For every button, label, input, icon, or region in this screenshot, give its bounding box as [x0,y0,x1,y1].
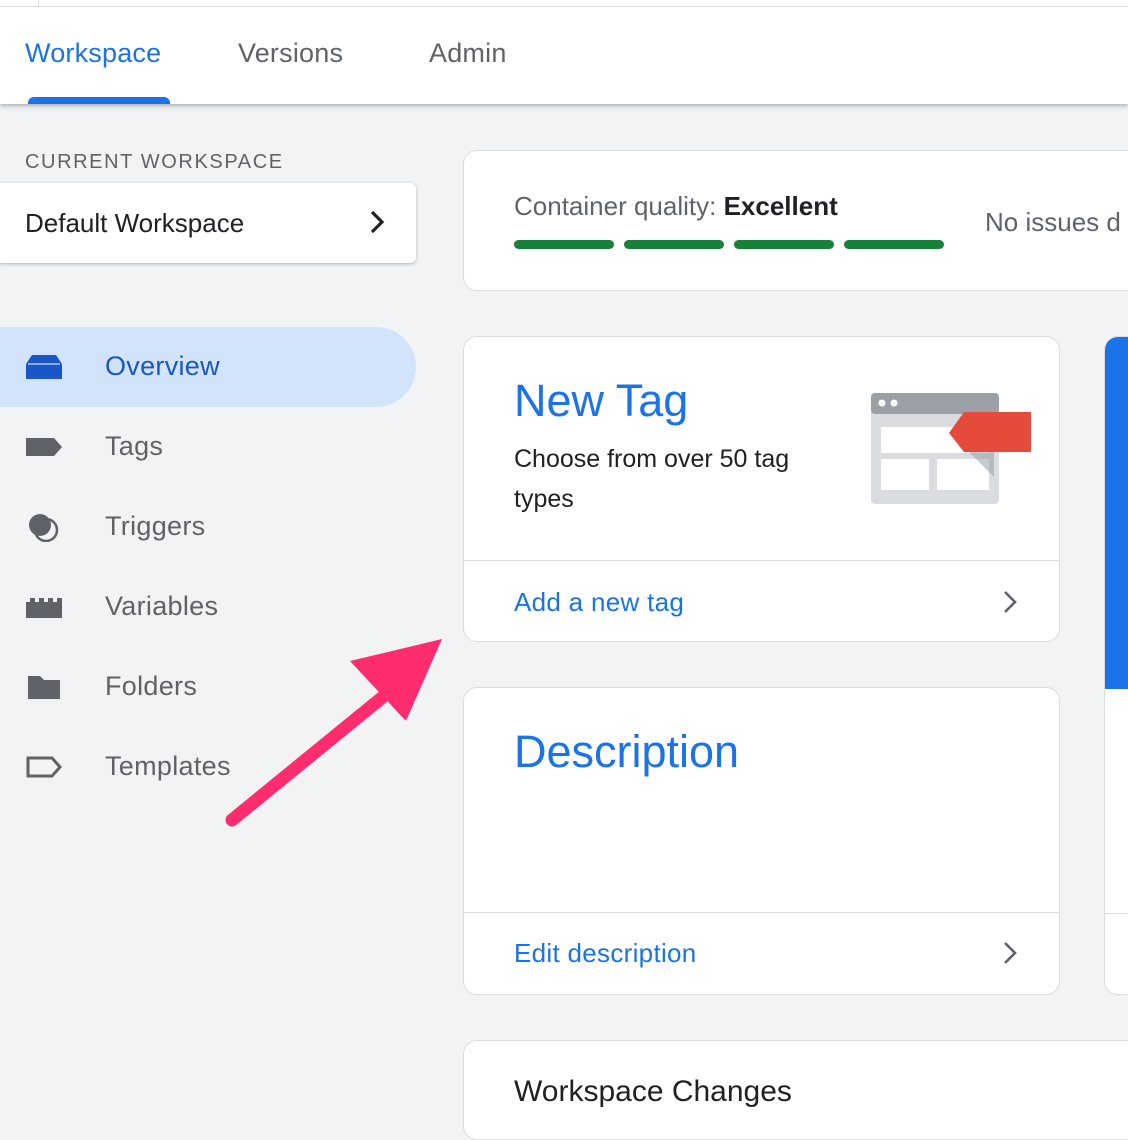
quality-segment [624,240,724,249]
card-divider [1105,913,1128,914]
sidebar-item-tags[interactable]: Tags [0,407,416,487]
sidebar-item-label: Tags [105,431,164,461]
sidebar-item-triggers[interactable]: Triggers [0,487,416,567]
container-quality-value: Excellent [723,191,838,221]
sidebar-item-label: Overview [105,351,220,381]
quality-segment [514,240,614,249]
card-divider [464,912,1059,913]
side-card [1104,336,1128,995]
variables-icon [26,598,62,618]
container-quality-card: Container quality: Excellent No issues d [463,150,1128,291]
tab-versions[interactable]: Versions [238,38,343,69]
top-navigation-bar: Workspace Versions Admin [0,0,1128,104]
top-divider [0,0,1128,7]
trigger-icon [29,514,59,542]
workspace-changes-title: Workspace Changes [514,1075,792,1108]
chevron-right-icon[interactable] [999,938,1023,968]
annotation-arrow-icon [225,639,442,827]
tab-workspace[interactable]: Workspace [25,38,161,69]
side-card-banner [1105,337,1128,689]
container-quality-label: Container quality: [514,191,717,221]
chevron-right-icon[interactable] [999,587,1023,617]
card-divider [464,560,1059,561]
overview-icon [26,355,62,379]
folder-icon [28,676,60,699]
workspace-name: Default Workspace [25,208,245,238]
quality-segment [734,240,834,249]
workspace-changes-card: Workspace Changes [463,1040,1128,1140]
workspace-selector[interactable]: Default Workspace [0,183,416,263]
add-new-tag-link[interactable]: Add a new tag [514,587,684,618]
new-tag-subtitle: Choose from over 50 tag types [514,445,790,513]
description-card: Description Edit description [463,687,1060,995]
quality-status-text: No issues d [985,207,1121,237]
new-tag-card: New Tag Choose from over 50 tag types Ad… [463,336,1060,642]
quality-segment [844,240,944,249]
sidebar-item-label: Variables [105,591,219,621]
tag-icon [26,438,62,456]
template-icon [26,756,63,778]
tab-admin[interactable]: Admin [429,38,507,69]
sidebar-item-label: Folders [105,671,198,701]
sidebar-item-label: Templates [105,751,231,781]
description-title: Description [514,726,740,777]
sidebar-item-label: Triggers [105,511,206,541]
edit-description-link[interactable]: Edit description [514,938,697,969]
active-tab-indicator [28,97,170,104]
new-tag-title: New Tag [514,375,689,426]
tag-illustration-icon [871,393,1031,504]
container-quality-text: Container quality: Excellent [514,191,838,222]
sidebar-item-overview[interactable]: Overview [0,327,416,407]
chevron-right-icon [370,210,385,234]
top-divider-tick [38,0,39,6]
current-workspace-label: CURRENT WORKSPACE [25,151,284,173]
